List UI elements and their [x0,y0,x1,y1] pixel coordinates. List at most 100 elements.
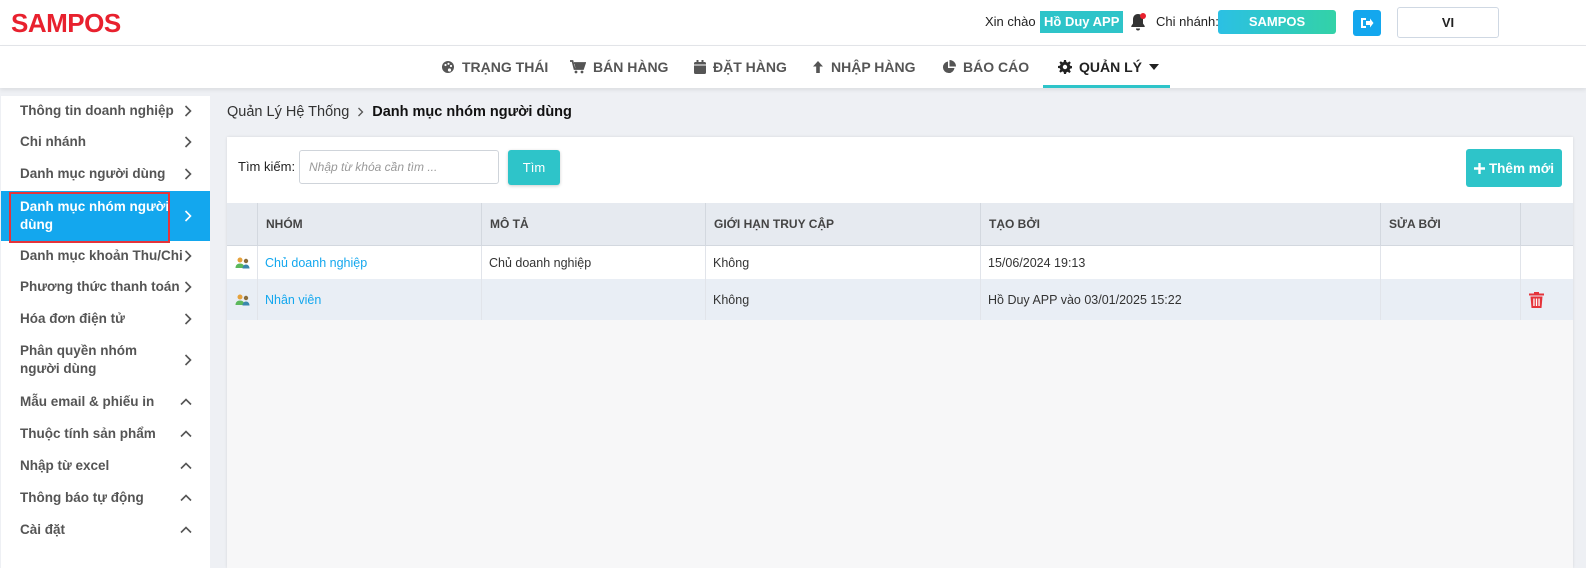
breadcrumb: Quản Lý Hệ Thống Danh mục nhóm người dùn… [227,104,572,120]
sidebar-item-label: Thuộc tính sản phẩm [20,426,156,441]
user-name-badge[interactable]: Hồ Duy APP [1040,11,1124,33]
sidebar-item-danh-muc-khoan-thu-chi[interactable]: Danh mục khoản Thu/Chi [1,241,210,271]
sidebar-item-label: Thông báo tự động [20,490,144,505]
chevron-right-icon [184,281,192,293]
chevron-right-icon [184,168,192,180]
nav-item-ban-hang[interactable]: BÁN HÀNG [570,46,668,88]
sidebar: Thông tin doanh nghiệp Chi nhánh Danh mụ… [1,96,210,568]
breadcrumb-parent[interactable]: Quản Lý Hệ Thống [227,104,349,120]
sidebar-item-cai-dat[interactable]: Cài đặt [1,514,210,546]
cell-created-by: Hồ Duy APP vào 03/01/2025 15:22 [980,279,1380,320]
sidebar-item-label: Mẫu email & phiếu in [20,394,155,409]
search-label: Tìm kiếm: [238,159,296,174]
sidebar-item-phan-quyen-nhom-nguoi-dung[interactable]: Phân quyền nhóm người dùng [1,336,210,384]
action-column-header [1520,203,1573,246]
sidebar-item-label: Phân quyền nhóm người dùng [20,343,138,376]
column-header-tao-boi[interactable]: TẠO BỞI [980,203,1380,246]
branch-label: Chi nhánh: [1156,14,1219,29]
top-bar: SAMPOS Xin chào Hồ Duy APP Chi nhánh: SA… [0,0,1586,46]
trash-icon[interactable] [1529,291,1544,308]
chevron-right-icon [184,313,192,325]
search-input[interactable] [299,150,499,184]
cell-group[interactable]: Chủ doanh nghiệp [257,246,481,279]
nav-item-quan-ly[interactable]: QUẢN LÝ [1058,46,1159,88]
cell-description [481,279,705,320]
sidebar-item-label: Danh mục người dùng [20,166,166,181]
logout-icon [1361,18,1374,28]
nav-label: QUẢN LÝ [1079,59,1142,75]
table-row[interactable]: Nhân viên Không Hồ Duy APP vào 03/01/202… [227,279,1573,320]
search-button[interactable]: Tìm [508,150,560,185]
nav-label: BÁN HÀNG [593,59,669,75]
bell-icon[interactable] [1129,12,1147,32]
chevron-right-icon [184,136,192,148]
greeting-text: Xin chào [985,14,1036,29]
language-button[interactable]: VI [1397,7,1499,38]
cell-access-limit: Không [705,279,980,320]
sidebar-item-label: Hóa đơn điện tử [20,311,125,326]
sidebar-item-thuoc-tinh-san-pham[interactable]: Thuộc tính sản phẩm [1,418,210,450]
nav-label: BÁO CÁO [963,59,1030,75]
chevron-right-icon [184,354,192,366]
nav-label: TRẠNG THÁI [462,59,549,75]
search-toolbar: Tìm kiếm: Tìm Thêm mới [227,137,1573,203]
sidebar-item-label: Danh mục khoản Thu/Chi [20,248,183,263]
sidebar-item-chi-nhanh[interactable]: Chi nhánh [1,126,210,158]
active-tab-underline [1043,85,1170,88]
nav-item-dat-hang[interactable]: ĐẶT HÀNG [694,46,787,88]
sidebar-item-hoa-don-dien-tu[interactable]: Hóa đơn điện tử [1,303,210,335]
chevron-up-icon [180,526,192,534]
column-header-sua-boi[interactable]: SỬA BỞI [1380,203,1520,246]
sidebar-item-label: Danh mục nhóm người dùng [20,199,170,232]
table-row[interactable]: Chủ doanh nghiệp Chủ doanh nghiệp Không … [227,246,1573,279]
calendar-icon [694,60,706,74]
app-logo[interactable]: SAMPOS [11,8,121,39]
cell-edited-by [1380,279,1520,320]
sidebar-item-thong-bao-tu-dong[interactable]: Thông báo tự động [1,482,210,514]
sidebar-item-label: Thông tin doanh nghiệp [20,103,174,118]
user-group-icon [235,257,250,268]
chevron-right-icon [184,105,192,117]
arrow-up-icon [813,61,823,73]
nav-label: NHẬP HÀNG [831,59,916,75]
branch-select-button[interactable]: SAMPOS [1218,10,1336,34]
column-header-nhom[interactable]: NHÓM [257,203,481,246]
add-new-button[interactable]: Thêm mới [1466,149,1562,187]
cell-access-limit: Không [705,246,980,279]
sidebar-item-mau-email-phieu-in[interactable]: Mẫu email & phiếu in [1,386,210,418]
sidebar-item-danh-muc-nguoi-dung[interactable]: Danh mục người dùng [1,158,210,190]
chevron-right-icon [184,210,192,222]
nav-item-bao-cao[interactable]: BÁO CÁO [942,46,1029,88]
sidebar-item-danh-muc-nhom-nguoi-dung[interactable]: Danh mục nhóm người dùng [1,191,210,241]
column-header-mo-ta[interactable]: MÔ TẢ [481,203,705,246]
chevron-up-icon [180,398,192,406]
chevron-right-icon [184,250,192,262]
main-panel: Tìm kiếm: Tìm Thêm mới NHÓM MÔ TẢ GIỚI H… [227,137,1573,568]
cell-edited-by [1380,246,1520,279]
breadcrumb-current: Danh mục nhóm người dùng [372,104,572,120]
sidebar-item-label: Nhập từ excel [20,458,110,473]
sidebar-item-thong-tin-doanh-nghiep[interactable]: Thông tin doanh nghiệp [1,96,210,126]
caret-down-icon [1149,64,1159,70]
nav-item-trang-thai[interactable]: TRẠNG THÁI [441,46,548,88]
cell-created-by: 15/06/2024 19:13 [980,246,1380,279]
add-new-label: Thêm mới [1488,160,1555,176]
sidebar-item-nhap-tu-excel[interactable]: Nhập từ excel [1,450,210,482]
column-header-gioi-han-truy-cap[interactable]: GIỚI HẠN TRUY CẬP [705,203,980,246]
pie-chart-icon [942,60,956,74]
cell-group[interactable]: Nhân viên [257,279,481,320]
sidebar-item-label: Phương thức thanh toán [20,279,180,294]
sidebar-item-phuong-thuc-thanh-toan[interactable]: Phương thức thanh toán [1,271,210,303]
sidebar-item-label: Cài đặt [20,522,66,537]
plus-icon [1473,162,1485,174]
table-header: NHÓM MÔ TẢ GIỚI HẠN TRUY CẬP TẠO BỞI SỬA… [227,203,1573,246]
logout-button[interactable] [1353,10,1381,36]
cart-icon [570,60,586,74]
chevron-right-icon [358,107,364,117]
sidebar-item-label: Chi nhánh [20,134,86,149]
icon-column-header [227,203,257,246]
main-nav: TRẠNG THÁI BÁN HÀNG ĐẶT HÀNG NHẬP HÀNG B… [0,46,1586,88]
nav-item-nhap-hang[interactable]: NHẬP HÀNG [812,46,916,88]
gear-icon [1058,60,1072,74]
user-group-icon [235,294,250,305]
